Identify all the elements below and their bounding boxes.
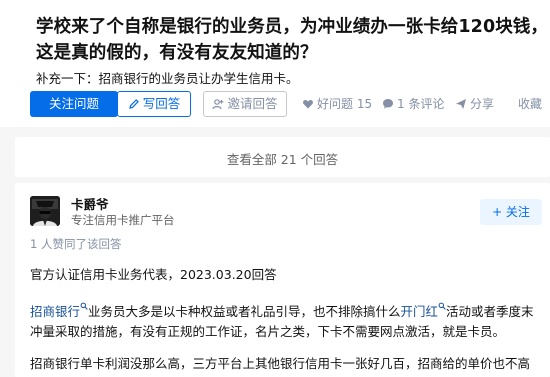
share-button[interactable]: 分享 [455,96,494,112]
author-name[interactable]: 卡爵爷 [71,194,109,213]
share-icon [456,99,466,109]
good-question-label: 好问题 15 [317,97,373,111]
upvote-info[interactable]: 1 人赞同了该回答 [30,236,121,252]
link-marker-icon [438,302,446,310]
question-title[interactable]: 学校来了个自称是银行的业务员，为冲业绩办一张卡给120块钱，这是真的假的，有没有… [36,14,550,66]
write-answer-label: 写回答 [142,96,181,111]
avatar-image [30,196,60,226]
view-all-card: 查看全部 21 个回答 [15,137,550,177]
follow-author-button[interactable]: + 关注 [480,199,542,225]
view-all-answers-link[interactable]: 查看全部 21 个回答 [15,149,550,168]
answer-paragraph-3: 招商银行单卡利润没那么高，三方平台上其他银行信用卡一张好几百，招商给的单价也不高 [30,356,531,371]
share-label: 分享 [470,97,495,111]
comment-label: 1 条评论 [397,97,445,111]
good-question-button[interactable]: 好问题 15 [302,96,372,112]
collect-label: 收藏 [518,97,543,111]
link-china-merchants-bank[interactable]: 招商银行 [30,304,80,319]
heart-icon [303,100,313,109]
invite-answer-button[interactable]: 邀请回答 [203,91,287,117]
pencil-icon [128,99,139,109]
comment-icon [383,99,393,109]
question-card: 学校来了个自称是银行的业务员，为冲业绩办一张卡给120块钱，这是真的假的，有没有… [0,0,550,127]
write-answer-button[interactable]: 写回答 [117,91,191,117]
answer-paragraph-1: 官方认证信用卡业务代表，2023.03.20回答 [30,267,277,282]
invite-icon [212,99,224,110]
question-detail: 补充一下：招商银行的业务员让办学生信用卡。 [36,71,299,86]
link-marker-icon [80,302,88,310]
link-kaimenhong[interactable]: 开门红 [401,304,439,319]
author-bio: 专注信用卡推广平台 [71,213,175,227]
answer-paragraph-2: 招商银行 业务员大多是以卡种权益或者礼品引导，也不排除搞什么开门红 活动或者季度末冲… [30,302,545,342]
answer-card: 卡爵爷 专注信用卡推广平台 + 关注 1 人赞同了该回答 官方认证信用卡业务代表… [15,183,550,377]
follow-question-button[interactable]: 关注问题 [30,91,118,117]
comment-button[interactable]: 1 条评论 [382,96,444,112]
answer-paragraph-2-text-1: 业务员大多是以卡种权益或者礼品引导，也不排除搞什么 [88,304,401,319]
avatar[interactable] [30,196,60,226]
collect-button[interactable]: 收藏 [518,96,542,112]
invite-answer-label: 邀请回答 [227,96,278,111]
